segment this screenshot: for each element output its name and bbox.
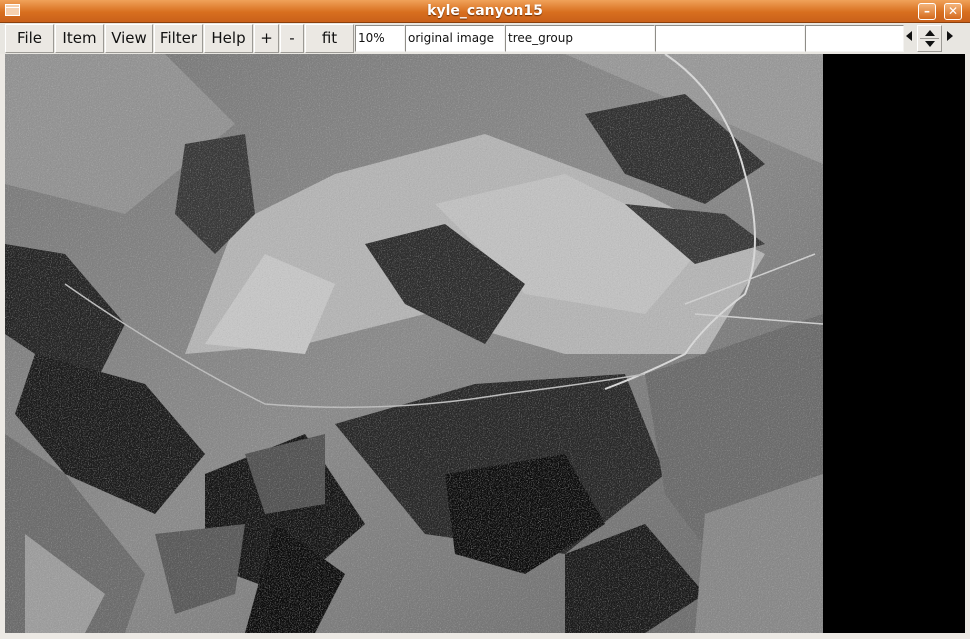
spin-up-icon[interactable] [925,30,935,36]
zoom-in-button[interactable]: + [254,24,279,53]
group-field[interactable]: tree_group [505,25,655,52]
aerial-terrain-image [5,54,823,633]
minimize-button[interactable]: – [918,3,936,20]
info-field-4[interactable] [655,25,805,52]
window-bottom-border [0,633,970,639]
close-button[interactable]: ✕ [944,3,962,20]
spinner-divider [920,38,939,39]
spinner[interactable] [917,25,942,52]
view-menu[interactable]: View [105,24,153,53]
filter-menu[interactable]: Filter [154,24,203,53]
toolbar: File Item View Filter Help + - fit 10% o… [0,23,970,54]
scroll-left-icon[interactable] [906,31,912,41]
help-menu[interactable]: Help [204,24,253,53]
layer-field[interactable]: original image [405,25,505,52]
zoom-out-button[interactable]: - [280,24,304,53]
window-title: kyle_canyon15 [427,3,543,19]
spin-down-icon[interactable] [925,41,935,47]
fit-button[interactable]: fit [305,24,354,53]
title-bar: kyle_canyon15 – ✕ [0,0,970,23]
file-menu[interactable]: File [5,24,54,53]
info-field-5[interactable] [805,25,904,52]
scroll-right-icon[interactable] [947,31,953,41]
image-viewport[interactable] [5,54,965,633]
item-menu[interactable]: Item [55,24,104,53]
zoom-level-field[interactable]: 10% [355,25,405,52]
